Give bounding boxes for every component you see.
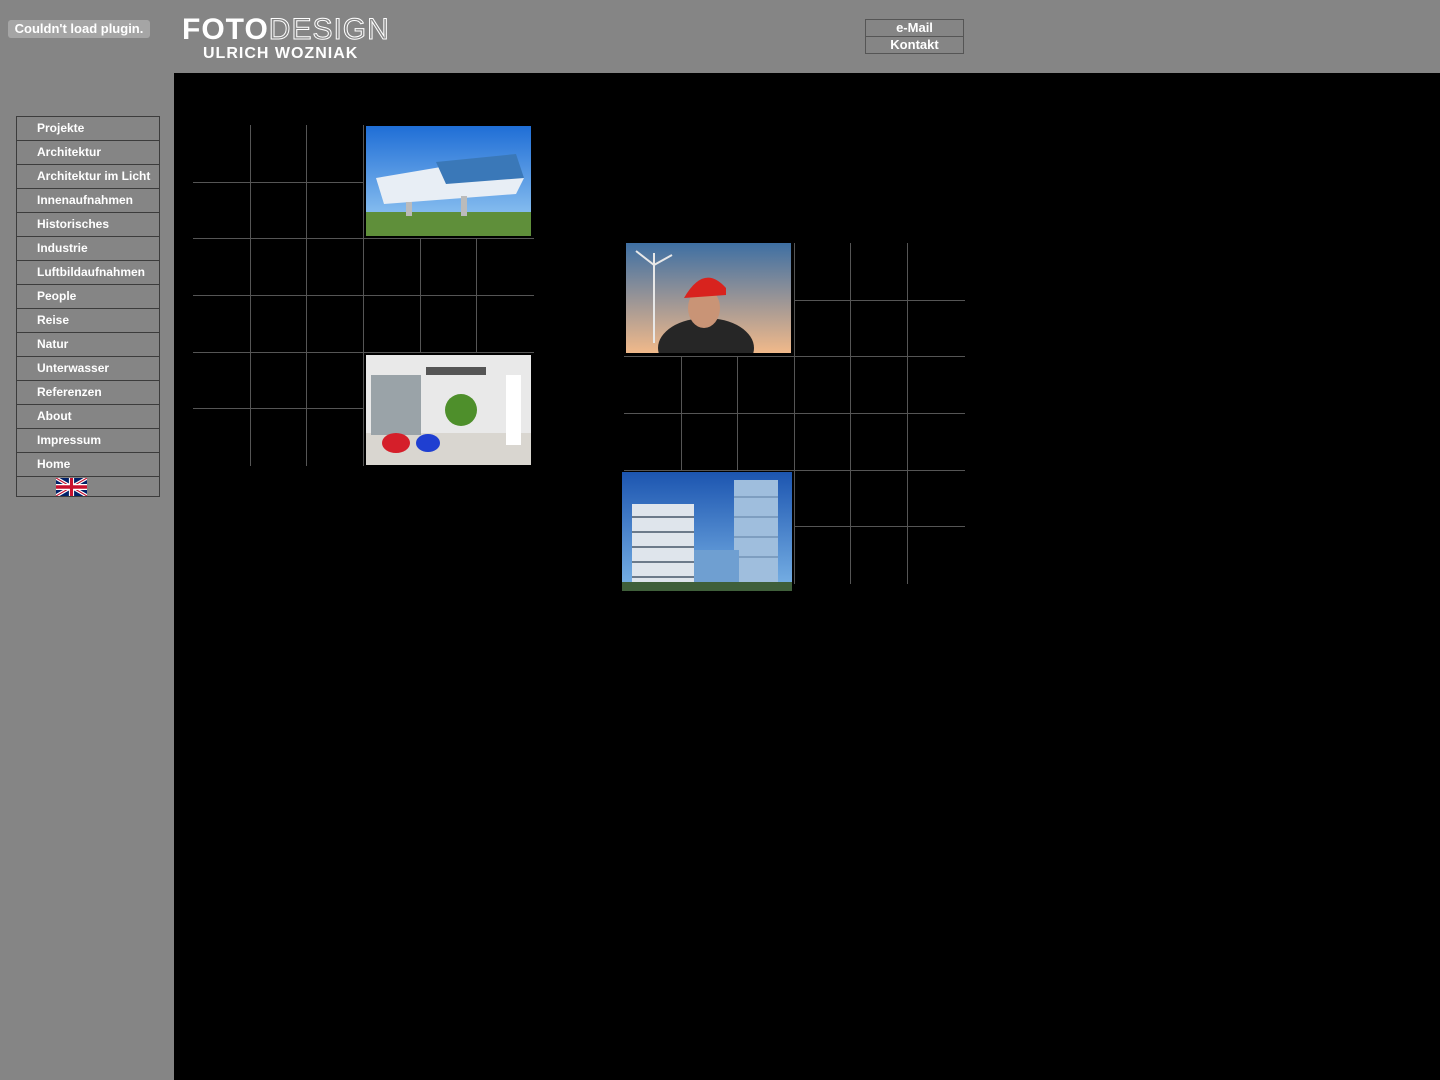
plugin-error-message: Couldn't load plugin. [8, 20, 150, 38]
photo-modern-building-glass[interactable] [366, 126, 531, 236]
sidebar-nav: Projekte Architektur Architektur im Lich… [16, 116, 160, 497]
nav-item-unterwasser[interactable]: Unterwasser [17, 357, 159, 381]
logo-word-design: DESIGN [268, 13, 390, 46]
nav-item-people[interactable]: People [17, 285, 159, 309]
nav-item-impressum[interactable]: Impressum [17, 429, 159, 453]
nav-item-luftbildaufnahmen[interactable]: Luftbildaufnahmen [17, 261, 159, 285]
photo-interior-atrium[interactable] [366, 355, 531, 465]
contact-link[interactable]: Kontakt [866, 36, 963, 53]
nav-item-innenaufnahmen[interactable]: Innenaufnahmen [17, 189, 159, 213]
logo-photographer-name: ULRICH WOZNIAK [203, 45, 359, 62]
nav-item-about[interactable]: About [17, 405, 159, 429]
nav-item-home[interactable]: Home [17, 453, 159, 477]
nav-item-referenzen[interactable]: Referenzen [17, 381, 159, 405]
photo-office-towers[interactable] [622, 472, 792, 591]
uk-flag-icon[interactable] [56, 478, 87, 496]
logo-word-foto: FOTO [182, 13, 269, 46]
nav-item-natur[interactable]: Natur [17, 333, 159, 357]
logo[interactable]: FOTODESIGN ULRICH WOZNIAK [182, 13, 402, 64]
photo-worker-red-helmet[interactable] [626, 243, 791, 353]
language-row [17, 477, 159, 496]
email-link[interactable]: e-Mail [866, 20, 963, 36]
top-links: e-Mail Kontakt [865, 19, 964, 54]
nav-item-projekte[interactable]: Projekte [17, 117, 159, 141]
nav-item-reise[interactable]: Reise [17, 309, 159, 333]
nav-item-architektur-im-licht[interactable]: Architektur im Licht [17, 165, 159, 189]
nav-item-industrie[interactable]: Industrie [17, 237, 159, 261]
nav-item-historisches[interactable]: Historisches [17, 213, 159, 237]
nav-item-architektur[interactable]: Architektur [17, 141, 159, 165]
